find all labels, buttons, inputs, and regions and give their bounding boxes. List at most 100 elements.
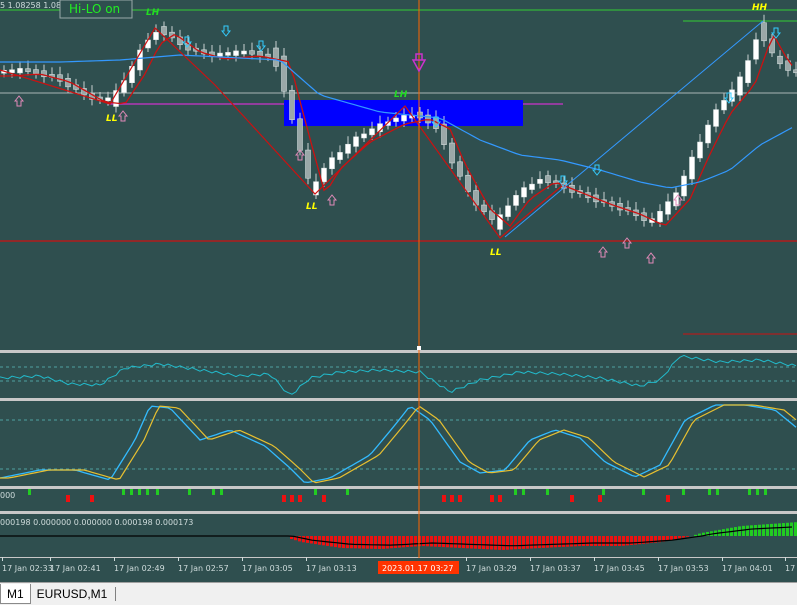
panel-separator-4[interactable] bbox=[0, 511, 797, 514]
histogram-bar-red bbox=[438, 536, 441, 547]
histogram-bar-green bbox=[762, 524, 765, 536]
chart-canvas[interactable]: LH LL LL LH LL HH 000 000198 0.000000 0.… bbox=[0, 0, 797, 582]
histogram-bar-red bbox=[550, 536, 553, 548]
candle-body bbox=[161, 26, 167, 36]
histogram-bar-red bbox=[450, 536, 453, 548]
candle-body bbox=[105, 97, 111, 102]
histogram-bar-green bbox=[742, 525, 745, 536]
time-axis-label: 17 Jan 02:57 bbox=[178, 564, 229, 573]
tab-separator bbox=[115, 587, 117, 601]
candle-body bbox=[793, 69, 797, 74]
sub-window-level-label: 000 bbox=[0, 491, 15, 500]
swing-label: LH bbox=[146, 8, 160, 18]
histogram-bar-red bbox=[534, 536, 537, 549]
swing-label: LL bbox=[490, 248, 502, 258]
signal-bar-green bbox=[314, 489, 317, 495]
oscillator-line[interactable] bbox=[0, 354, 797, 395]
signal-bar-red bbox=[66, 495, 70, 502]
signal-bar-red bbox=[490, 495, 494, 502]
candle-body bbox=[697, 141, 703, 159]
trendline-blue[interactable] bbox=[504, 20, 764, 238]
signal-bar-green bbox=[514, 489, 517, 495]
signal-bar-red bbox=[442, 495, 446, 502]
signal-bar-green bbox=[764, 489, 767, 495]
arrow-down-icon bbox=[220, 25, 232, 37]
signal-bar-green bbox=[642, 489, 645, 495]
histogram-bar-red bbox=[486, 536, 489, 550]
signal-bar-red bbox=[282, 495, 286, 502]
histogram-layer bbox=[290, 522, 797, 550]
tab-eurusd-m1[interactable]: EURUSD,M1 bbox=[31, 584, 114, 604]
histogram-bar-red bbox=[414, 536, 417, 547]
histogram-bar-red bbox=[498, 536, 501, 550]
histogram-bar-red bbox=[562, 536, 565, 547]
histogram-bar-green bbox=[694, 534, 697, 536]
histogram-bar-green bbox=[766, 524, 769, 536]
time-axis-label: 17 Jan 03:13 bbox=[306, 564, 357, 573]
signal-bar-green bbox=[748, 489, 751, 495]
signal-bar-green bbox=[146, 489, 149, 495]
crosshair-handle[interactable] bbox=[417, 346, 421, 350]
arrow-down-icon bbox=[255, 40, 267, 52]
time-axis-label: 17 Jan 03:45 bbox=[594, 564, 645, 573]
candle-body bbox=[153, 32, 159, 40]
histogram-bar-red bbox=[546, 536, 549, 548]
chart-window[interactable]: LH LL LL LH LL HH 000 000198 0.000000 0.… bbox=[0, 0, 797, 582]
histogram-bar-red bbox=[358, 536, 361, 549]
candle-body bbox=[513, 195, 519, 206]
signal-bar-green bbox=[130, 489, 133, 495]
histogram-bar-red bbox=[510, 536, 513, 550]
histogram-bar-red bbox=[614, 536, 617, 546]
histogram-bar-red bbox=[446, 536, 449, 548]
histogram-bar-red bbox=[490, 536, 493, 550]
candle-body bbox=[505, 205, 511, 217]
stoch-signal-line[interactable] bbox=[0, 404, 797, 484]
candle-body bbox=[9, 69, 15, 73]
histogram-bar-red bbox=[482, 536, 485, 550]
tab-m1[interactable]: M1 bbox=[0, 584, 31, 604]
histogram-bar-red bbox=[334, 536, 337, 548]
histogram-bar-red bbox=[478, 536, 481, 549]
swing-label: LL bbox=[306, 202, 318, 212]
histogram-bar-red bbox=[610, 536, 613, 546]
histogram-bar-red bbox=[566, 536, 569, 547]
time-axis-label: 17 Jan 04:01 bbox=[722, 564, 773, 573]
histogram-bar-red bbox=[574, 536, 577, 547]
histogram-bar-red bbox=[354, 536, 357, 549]
stoch-main-line[interactable] bbox=[0, 404, 797, 484]
histogram-bar-red bbox=[410, 536, 413, 547]
histogram-bar-red bbox=[386, 536, 389, 549]
candle-body bbox=[241, 50, 247, 55]
candle-body bbox=[401, 115, 407, 122]
panel-separator-2[interactable] bbox=[0, 398, 797, 401]
panel-separator-1[interactable] bbox=[0, 350, 797, 353]
candle-body bbox=[249, 50, 255, 55]
candle-body bbox=[713, 109, 719, 127]
histogram-bar-green bbox=[778, 523, 781, 536]
histogram-bar-red bbox=[518, 536, 521, 550]
candle-body bbox=[233, 50, 239, 56]
histogram-bar-red bbox=[394, 536, 397, 548]
ma-red-line[interactable] bbox=[0, 33, 793, 227]
candle-body bbox=[777, 55, 783, 65]
signal-bar-green bbox=[682, 489, 685, 495]
histogram-bar-red bbox=[350, 536, 353, 549]
candle-body bbox=[449, 142, 455, 164]
histogram-bar-red bbox=[470, 536, 473, 549]
histogram-bar-red bbox=[682, 536, 685, 538]
panel-separator-3[interactable] bbox=[0, 486, 797, 489]
histogram-bar-red bbox=[502, 536, 505, 550]
histogram-bar-red bbox=[382, 536, 385, 549]
histogram-bar-red bbox=[570, 536, 573, 547]
signal-bar-green bbox=[522, 489, 525, 495]
time-axis-label: 17 Jan 02:41 bbox=[50, 564, 101, 573]
histogram-bar-red bbox=[542, 536, 545, 548]
histogram-bar-red bbox=[594, 536, 597, 546]
candle-body bbox=[225, 52, 231, 56]
signal-bar-green bbox=[708, 489, 711, 495]
arrow-up-icon bbox=[621, 237, 633, 249]
arrow-up-icon bbox=[13, 95, 25, 107]
histogram-bar-red bbox=[330, 536, 333, 547]
histogram-bar-red bbox=[630, 536, 633, 545]
histogram-bar-green bbox=[754, 525, 757, 536]
